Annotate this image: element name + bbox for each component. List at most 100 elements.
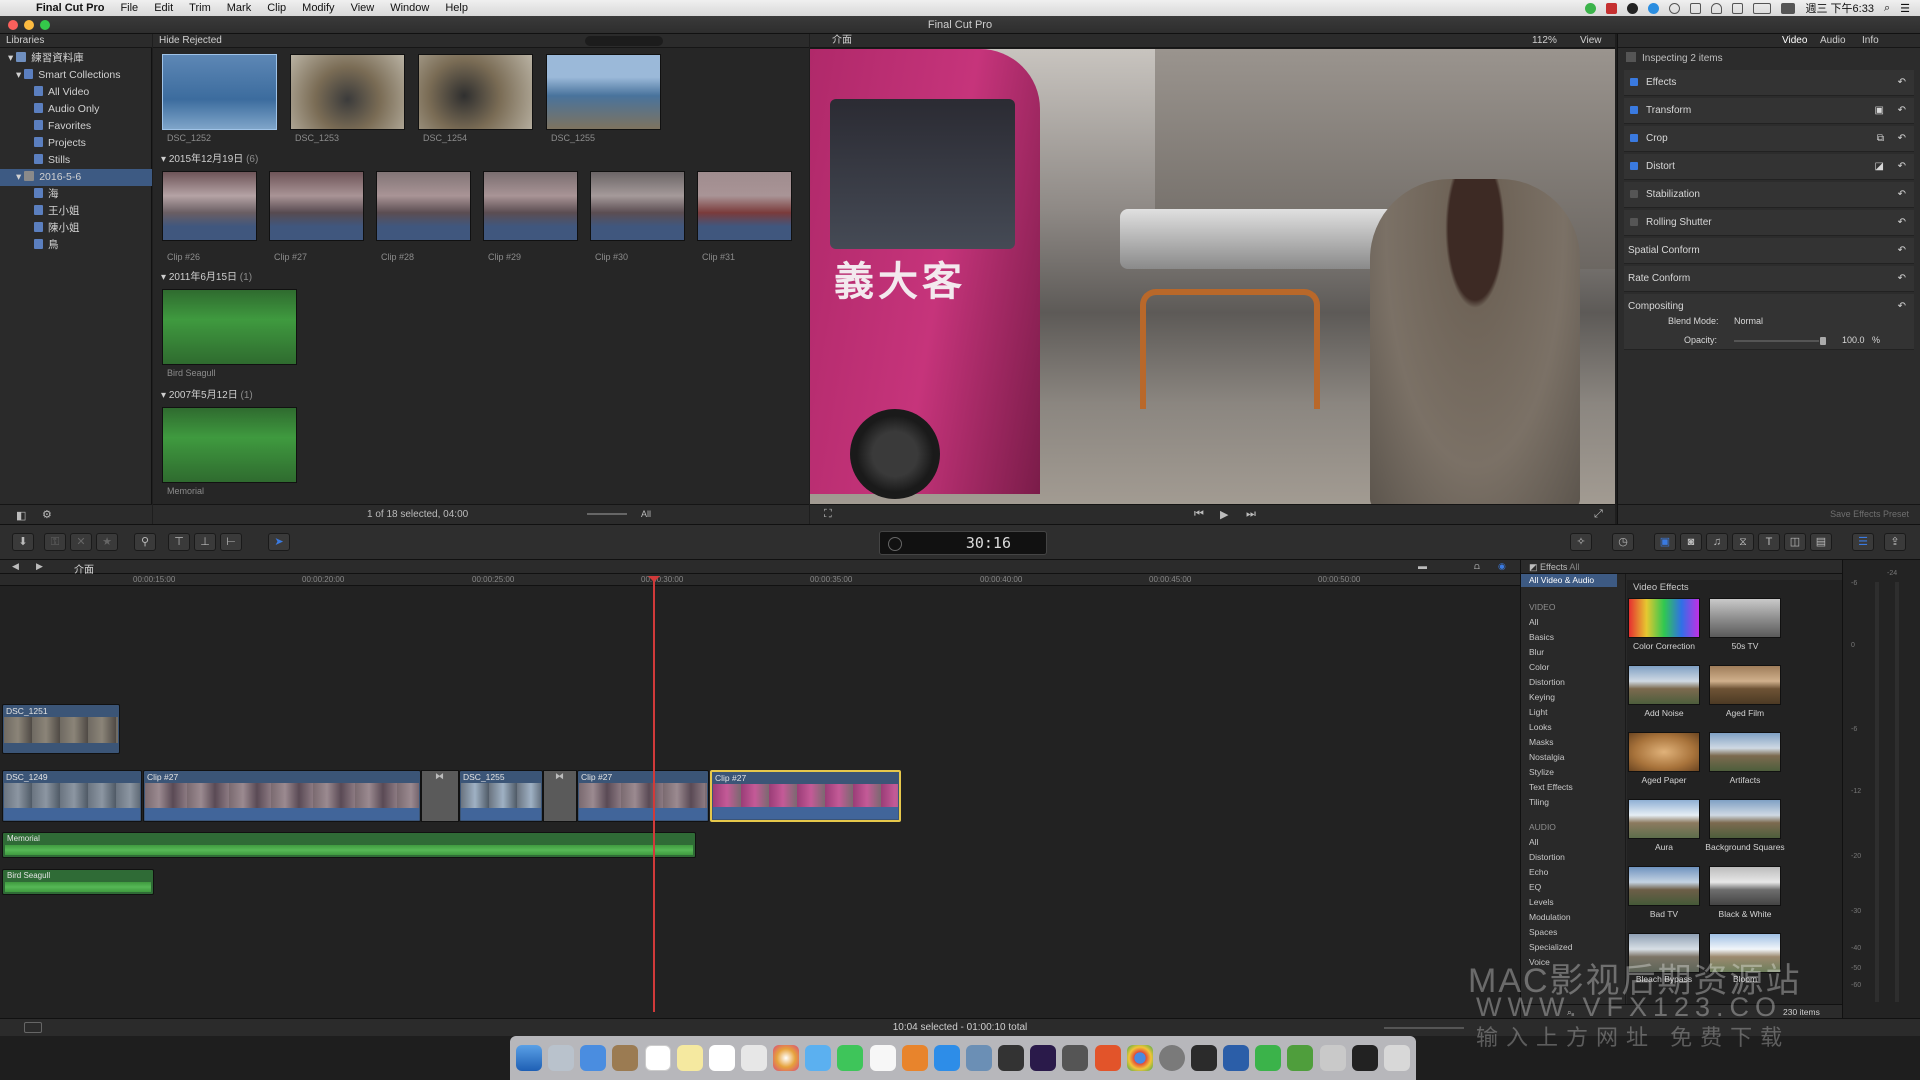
clip-thumbnail[interactable]	[418, 54, 533, 130]
notification-center-icon[interactable]: ☰	[1900, 2, 1910, 15]
category-item[interactable]: Masks	[1529, 737, 1554, 747]
dashboard-timecode[interactable]: 30:16	[879, 531, 1047, 555]
select-tool-icon[interactable]: ➤	[268, 533, 290, 551]
section-checkbox[interactable]	[1630, 106, 1638, 114]
audio-clip[interactable]: Bird Seagull	[2, 869, 154, 895]
effect-tile[interactable]	[1709, 866, 1781, 906]
inspector-toggle-icon[interactable]: ☰	[1852, 533, 1874, 551]
reset-icon[interactable]: ↶	[1898, 266, 1906, 292]
timeline-clip[interactable]: Clip #27	[143, 770, 421, 822]
menu-window[interactable]: Window	[382, 2, 437, 14]
zoom-slider[interactable]	[587, 513, 627, 515]
blend-mode-popup[interactable]: Normal	[1734, 314, 1763, 328]
timeline-zoom-slider[interactable]	[1384, 1027, 1464, 1029]
filter-popup[interactable]: Hide Rejected	[159, 35, 222, 46]
timeline-clip[interactable]: DSC_1249	[2, 770, 142, 822]
opacity-value[interactable]: 100.0	[1842, 333, 1865, 347]
menu-help[interactable]: Help	[437, 2, 476, 14]
section-checkbox[interactable]	[1630, 134, 1638, 142]
section-checkbox[interactable]	[1630, 190, 1638, 198]
history-forward-icon[interactable]: ▶	[36, 561, 43, 572]
timecode-mode-icon[interactable]	[888, 537, 902, 551]
inspector-section-stabilization[interactable]: Stabilization ↶	[1624, 182, 1914, 208]
sidebar-item-audio-only[interactable]: Audio Only	[0, 101, 99, 118]
category-item[interactable]: Modulation	[1529, 912, 1571, 922]
keyword-icon[interactable]: ⚿	[44, 533, 66, 551]
transition[interactable]: ⧓	[421, 770, 459, 822]
clip-thumbnail[interactable]	[697, 171, 792, 241]
notes-icon[interactable]	[676, 1045, 703, 1071]
category-item[interactable]: Stylize	[1529, 767, 1554, 777]
enhance-icon[interactable]: ⚲	[134, 533, 156, 551]
clip-thumbnail[interactable]	[290, 54, 405, 130]
clip-appearance-icon[interactable]: ▬	[1418, 561, 1427, 571]
save-effects-preset-button[interactable]: Save Effects Preset	[1830, 509, 1909, 519]
category-item[interactable]: Echo	[1529, 867, 1548, 877]
connect-clip-icon[interactable]: ⊤	[168, 533, 190, 551]
viewer-view-popup[interactable]: View	[1580, 34, 1602, 48]
category-item[interactable]: All	[1529, 837, 1538, 847]
inspector-section-transform[interactable]: Transform ▣ ↶	[1624, 98, 1914, 124]
append-clip-icon[interactable]: ⊢	[220, 533, 242, 551]
menu-mark[interactable]: Mark	[219, 2, 259, 14]
maps-icon[interactable]	[740, 1045, 767, 1071]
effect-tile[interactable]	[1709, 732, 1781, 772]
event-group-header[interactable]: ▾ 2015年12月19日 (6)	[161, 150, 258, 165]
bluetooth-status-icon[interactable]	[1690, 2, 1702, 14]
system-icon[interactable]	[965, 1045, 992, 1071]
audio-clip-thumbnail[interactable]	[162, 407, 297, 483]
motion-icon[interactable]	[1062, 1045, 1089, 1071]
menu-clip[interactable]: Clip	[259, 2, 294, 14]
line-icon[interactable]	[1255, 1045, 1282, 1071]
inspector-section-distort[interactable]: Distort ◪ ↶	[1624, 154, 1914, 180]
reset-icon[interactable]: ↶	[1898, 182, 1906, 208]
desktop-stack-icon[interactable]	[1351, 1045, 1378, 1071]
section-checkbox[interactable]	[1630, 78, 1638, 86]
opacity-slider[interactable]	[1734, 340, 1819, 342]
spotlight-icon[interactable]: ⌕	[1884, 2, 1890, 15]
generators-browser-icon[interactable]: ◫	[1784, 533, 1806, 551]
photos-browser-icon[interactable]: ◙	[1680, 533, 1702, 551]
retime-icon[interactable]: ◷	[1612, 533, 1634, 551]
camera-status-icon[interactable]	[1627, 2, 1639, 14]
category-item[interactable]: Nostalgia	[1529, 752, 1564, 762]
itunes-icon[interactable]	[869, 1045, 896, 1071]
tab-audio[interactable]: Audio	[1820, 34, 1846, 48]
audio-clip-thumbnail[interactable]	[162, 289, 297, 365]
word-icon[interactable]	[1223, 1045, 1250, 1071]
favorite-icon[interactable]: ★	[96, 533, 118, 551]
reset-icon[interactable]: ↶	[1898, 294, 1906, 320]
reset-icon[interactable]: ↶	[1898, 70, 1906, 96]
sidebar-item-keyword[interactable]: 海	[0, 186, 59, 203]
firefox-icon[interactable]	[1094, 1045, 1121, 1071]
timeline-clip[interactable]: Clip #27	[577, 770, 709, 822]
premiere-pro-icon[interactable]	[1030, 1045, 1057, 1071]
menu-file[interactable]: File	[112, 2, 146, 14]
effect-tile[interactable]	[1709, 598, 1781, 638]
wifi-status-icon[interactable]	[1711, 2, 1723, 14]
viewer-zoom-popup[interactable]: 112%	[1532, 34, 1557, 48]
photos-icon[interactable]	[773, 1045, 800, 1071]
effect-tile[interactable]	[1709, 665, 1781, 705]
inspector-section-crop[interactable]: Crop ⧉ ↶	[1624, 126, 1914, 152]
section-checkbox[interactable]	[1630, 218, 1638, 226]
messages-icon[interactable]	[805, 1045, 832, 1071]
sidebar-item-keyword[interactable]: 陳小姐	[0, 220, 80, 237]
transitions-browser-icon[interactable]: ⧖	[1732, 533, 1754, 551]
opacity-slider-knob[interactable]	[1820, 337, 1826, 345]
category-item[interactable]: Levels	[1529, 897, 1554, 907]
event-group-header[interactable]: ▾ 2007年5月12日 (1)	[161, 386, 253, 401]
video-frame[interactable]: 義大客	[810, 49, 1615, 504]
effect-tile[interactable]	[1628, 598, 1700, 638]
themes-browser-icon[interactable]: ▤	[1810, 533, 1832, 551]
downloads-stack-icon[interactable]	[1319, 1045, 1346, 1071]
input-source-icon[interactable]	[1781, 2, 1796, 14]
sync-status-icon[interactable]	[1648, 2, 1660, 14]
category-item[interactable]: Looks	[1529, 722, 1552, 732]
category-all-video-audio[interactable]: All Video & Audio	[1521, 574, 1617, 587]
clip-thumbnail[interactable]	[590, 171, 685, 241]
category-item[interactable]: Spaces	[1529, 927, 1557, 937]
sidebar-item-favorites[interactable]: Favorites	[0, 118, 91, 135]
effects-filter[interactable]: All	[1569, 562, 1579, 572]
reset-icon[interactable]: ↶	[1898, 154, 1906, 180]
